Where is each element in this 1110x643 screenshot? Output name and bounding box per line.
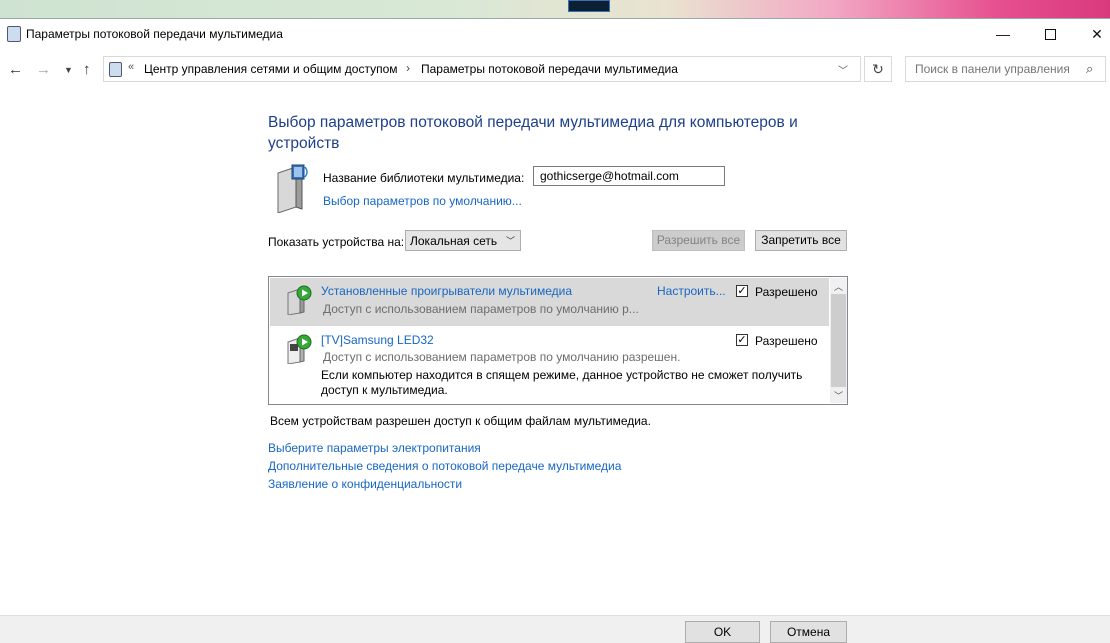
scroll-up-icon[interactable]: ︿ [834,280,843,293]
recent-locations-button[interactable]: ▼ [64,65,73,75]
minimize-button[interactable]: — [980,19,1026,49]
allowed-label: Разрешено [755,334,818,348]
control-panel-icon [109,62,122,77]
search-box[interactable]: ⌕ [905,56,1106,82]
media-player-device-icon [287,285,312,315]
network-select[interactable]: Локальная сеть ﹀ [405,230,521,251]
close-icon: ✕ [1091,25,1103,42]
choose-defaults-link[interactable]: Выбор параметров по умолчанию... [323,194,522,208]
maximize-button[interactable] [1027,19,1073,49]
cancel-button[interactable]: Отмена [770,621,847,643]
device-list-scrollbar[interactable]: ︿ ﹀ [830,278,847,403]
arrow-up-icon: ↑ [83,61,91,78]
breadcrumb-media-streaming[interactable]: Параметры потоковой передачи мультимедиа [421,62,678,76]
device-name[interactable]: [TV]Samsung LED32 [321,333,434,347]
desktop-background [0,0,1110,18]
library-name-input[interactable] [533,166,725,186]
allowed-label: Разрешено [755,285,818,299]
breadcrumb-network-center[interactable]: Центр управления сетями и общим доступом [144,62,398,76]
checkmark-icon: ✓ [737,285,747,297]
close-button[interactable]: ✕ [1074,19,1110,49]
scroll-down-icon[interactable]: ﹀ [834,389,843,402]
chevron-down-icon: ﹀ [838,66,848,77]
minimize-icon: — [996,26,1010,42]
checkmark-icon: ✓ [737,334,747,346]
device-description: Доступ с использованием параметров по ум… [323,302,639,316]
breadcrumb-overflow[interactable]: « [128,61,134,73]
forward-button[interactable]: → [36,61,51,78]
up-button[interactable]: ↑ [83,61,91,78]
maximize-icon [1044,28,1056,40]
power-options-link[interactable]: Выберите параметры электропитания [268,441,481,455]
chevron-down-icon: ▼ [64,65,73,75]
device-row[interactable]: [TV]Samsung LED32 Доступ с использование… [270,327,829,402]
device-name[interactable]: Установленные проигрыватели мультимедиа [321,284,572,298]
address-dropdown-button[interactable]: ﹀ [838,62,848,77]
arrow-right-icon: → [36,61,51,78]
deny-all-button[interactable]: Запретить все [755,230,847,251]
back-button[interactable]: ← [8,61,23,78]
privacy-statement-link[interactable]: Заявление о конфиденциальности [268,477,462,491]
search-input[interactable] [906,57,1087,81]
search-icon[interactable]: ⌕ [1086,61,1093,77]
streaming-info-link[interactable]: Дополнительные сведения о потоковой пере… [268,459,621,473]
media-library-icon [277,164,308,213]
media-streaming-app-icon [7,26,21,42]
tv-device-icon [287,334,312,364]
chevron-down-icon: ﹀ [506,236,516,246]
all-allowed-status: Всем устройствам разрешен доступ к общим… [270,414,651,428]
allow-all-button[interactable]: Разрешить все [652,230,745,251]
network-select-value: Локальная сеть [410,234,498,248]
address-bar[interactable]: « Центр управления сетями и общим доступ… [103,56,861,82]
allowed-checkbox[interactable]: ✓ [736,285,748,297]
scroll-thumb[interactable] [831,294,846,387]
window-title: Параметры потоковой передачи мультимедиа [26,27,283,41]
refresh-icon: ↻ [872,61,884,77]
device-description: Доступ с использованием параметров по ум… [323,350,681,364]
title-bar: Параметры потоковой передачи мультимедиа… [0,19,1110,49]
configure-link[interactable]: Настроить... [657,284,726,298]
arrow-left-icon: ← [8,61,23,78]
page-title: Выбор параметров потоковой передачи муль… [268,114,798,152]
allowed-checkbox[interactable]: ✓ [736,334,748,346]
device-row[interactable]: Установленные проигрыватели мультимедиа … [270,278,829,326]
show-devices-label: Показать устройства на: [268,235,405,249]
navigation-bar: ← → ▼ ↑ « Центр управления сетями и общи… [0,53,1110,85]
breadcrumb-separator[interactable]: › [406,61,410,75]
device-list: Установленные проигрыватели мультимедиа … [268,276,848,405]
device-warning: Если компьютер находится в спящем режиме… [321,368,803,397]
desktop-shortcut-icon[interactable] [568,0,610,12]
media-streaming-window: Параметры потоковой передачи мультимедиа… [0,18,1110,643]
ok-button[interactable]: OK [685,621,760,643]
refresh-button[interactable]: ↻ [864,56,892,82]
library-name-label: Название библиотеки мультимедиа: [323,171,525,185]
dialog-footer: OK Отмена [0,615,1110,643]
